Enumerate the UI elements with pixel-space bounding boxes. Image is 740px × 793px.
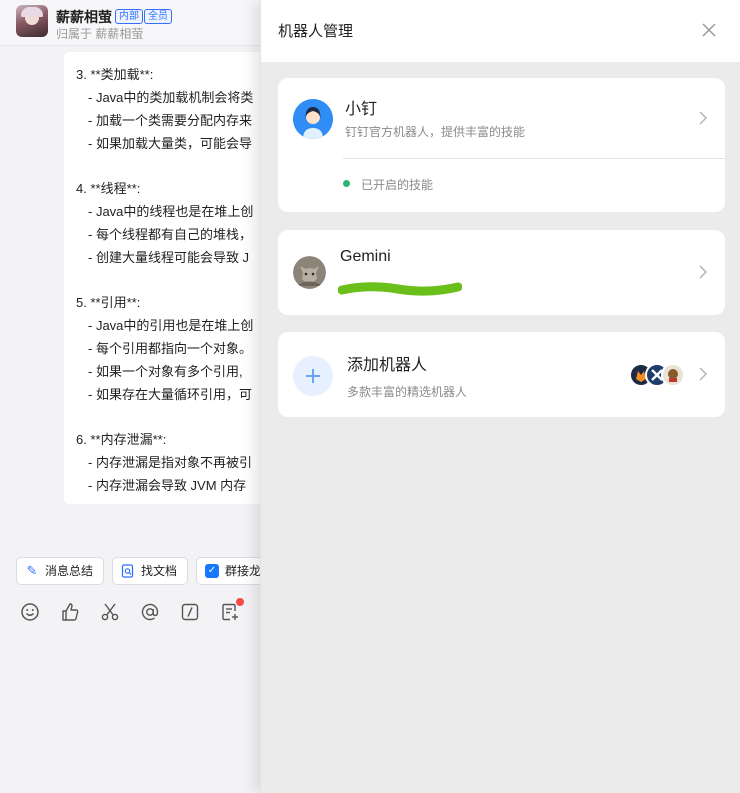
thumbs-up-icon[interactable] <box>60 602 82 624</box>
group-name[interactable]: 薪薪相萤 <box>56 7 112 27</box>
panel-title: 机器人管理 <box>278 23 354 40</box>
notification-dot <box>236 598 244 606</box>
message-line: - 加载一个类需要分配内存来 <box>88 113 252 128</box>
message-line: - 创建大量线程可能会导致 J <box>88 250 250 265</box>
message-line: - Java中的引用也是在堆上创 <box>88 318 254 333</box>
divider <box>343 158 725 159</box>
message-line: 5. **引用**: <box>76 295 141 310</box>
chat-header: 薪薪相萤 内部 全员 归属于 薪薪相萤 <box>0 0 262 46</box>
message-line: - 如果一个对象有多个引用, <box>88 364 243 379</box>
belongs-to-label: 归属于 薪薪相萤 <box>56 27 144 41</box>
bot-management-panel: 机器人管理 小钉 钉钉官方机器人，提供丰富的技能 已开启的技能 Gemini 添… <box>260 0 740 793</box>
message-line: 6. **内存泄漏**: <box>76 432 167 447</box>
message-bubble: 3. **类加载**: - Java中的类加载机制会将类 - 加载一个类需要分配… <box>64 52 262 504</box>
slash-command-icon[interactable] <box>180 602 202 624</box>
all-staff-tag: 全员 <box>144 9 172 24</box>
chip-label: 找文档 <box>141 564 178 578</box>
close-icon[interactable] <box>699 20 719 40</box>
message-line: 4. **线程**: <box>76 181 141 196</box>
status-dot <box>343 180 350 187</box>
gemini-avatar <box>293 256 326 289</box>
message-line: 3. **类加载**: <box>76 67 154 82</box>
chevron-right-icon <box>697 366 709 382</box>
sparkle-icon: ✎ <box>26 563 38 578</box>
scissors-icon[interactable] <box>100 602 122 624</box>
chat-area: 薪薪相萤 内部 全员 归属于 薪薪相萤 3. **类加载**: - Java中的… <box>0 0 262 793</box>
chip-label: 群接龙 <box>225 564 262 578</box>
message-line: - 如果加载大量类，可能会导 <box>88 136 252 151</box>
bot-description: 钉钉官方机器人，提供丰富的技能 <box>345 125 526 139</box>
plus-icon <box>293 356 333 396</box>
xiaoding-avatar <box>293 99 333 139</box>
emoji-icon[interactable] <box>20 602 42 624</box>
add-bot-card[interactable]: 添加机器人 多款丰富的精选机器人 <box>278 332 725 417</box>
message-line: - 每个引用都指向一个对象。 <box>88 341 252 356</box>
group-avatar[interactable] <box>16 5 48 37</box>
summarize-messages-button[interactable]: ✎ 消息总结 <box>16 557 104 585</box>
doc-search-icon <box>121 564 135 578</box>
enabled-skills-link[interactable]: 已开启的技能 <box>361 176 433 193</box>
add-bot-title: 添加机器人 <box>347 357 428 374</box>
at-icon[interactable] <box>140 602 162 624</box>
find-docs-button[interactable]: 找文档 <box>112 557 188 585</box>
message-line: - Java中的线程也是在堆上创 <box>88 204 254 219</box>
add-bot-description: 多款丰富的精选机器人 <box>347 385 468 399</box>
bot-card-gemini[interactable]: Gemini <box>278 230 725 315</box>
app-icon: ✓ <box>205 564 219 578</box>
bot-card-xiaoding[interactable]: 小钉 钉钉官方机器人，提供丰富的技能 已开启的技能 <box>278 78 725 212</box>
redaction-scribble <box>338 282 462 296</box>
chevron-right-icon <box>697 110 709 126</box>
group-chain-button[interactable]: ✓ 群接龙 <box>196 557 262 585</box>
message-line: - 每个线程都有自己的堆栈， <box>88 227 252 242</box>
bot-thumb-avatar <box>661 363 685 387</box>
internal-tag: 内部 <box>115 9 143 24</box>
bot-name: Gemini <box>340 248 391 265</box>
message-line: - Java中的类加载机制会将类 <box>88 90 254 105</box>
message-line: - 如果存在大量循环引用，可 <box>88 387 252 402</box>
featured-bot-avatars <box>629 363 685 387</box>
message-line: - 内存泄漏会导致 JVM 内存 <box>88 478 247 493</box>
message-line: - 内存泄漏是指对象不再被引 <box>88 455 252 470</box>
panel-header: 机器人管理 <box>261 0 740 62</box>
bot-name: 小钉 <box>345 101 378 118</box>
chip-label: 消息总结 <box>45 564 94 578</box>
chevron-right-icon <box>697 264 709 280</box>
